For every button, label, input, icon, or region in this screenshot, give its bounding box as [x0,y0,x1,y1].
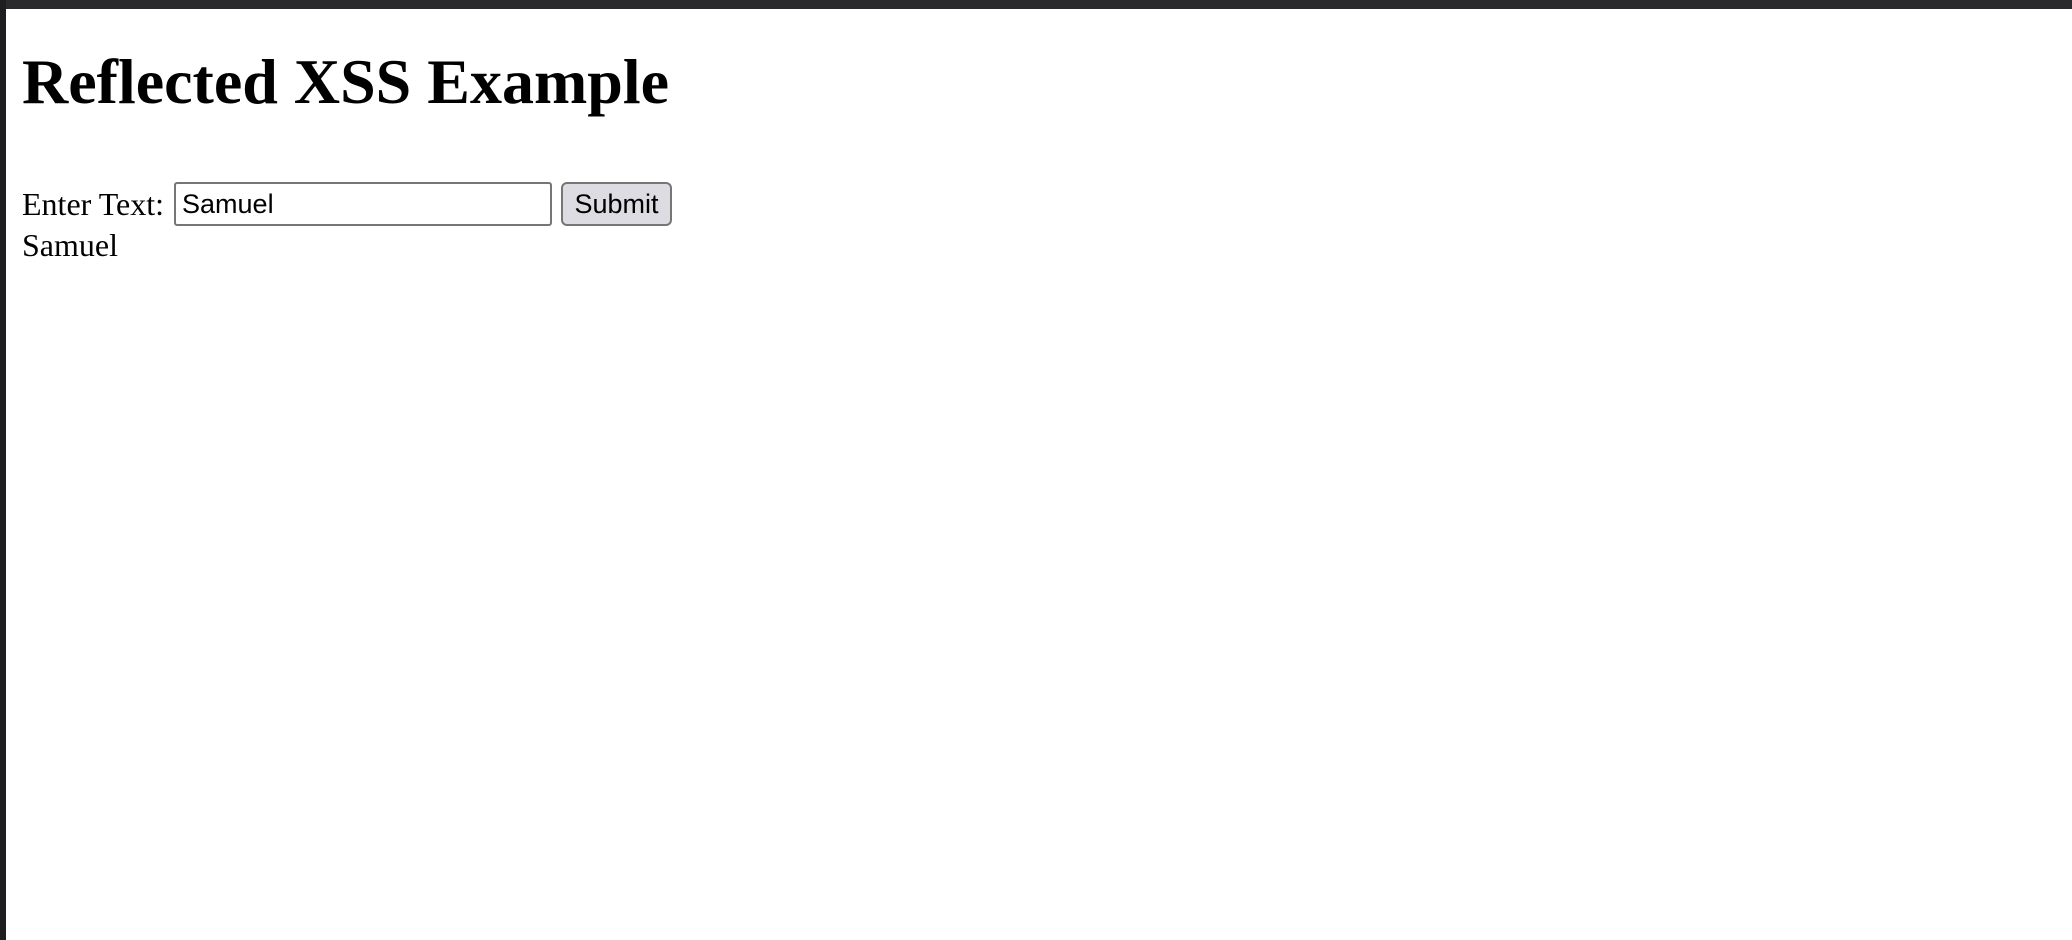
enter-text-label: Enter Text: [22,186,165,222]
window-top-edge [0,0,2072,9]
reflected-output-text: Samuel [22,227,118,263]
page-title: Reflected XSS Example [22,46,670,117]
page-content: Reflected XSS Example Enter Text: Submit… [6,9,2072,940]
text-input[interactable] [174,182,553,226]
text-form: Enter Text: Submit [22,182,673,226]
submit-button[interactable]: Submit [561,182,673,226]
